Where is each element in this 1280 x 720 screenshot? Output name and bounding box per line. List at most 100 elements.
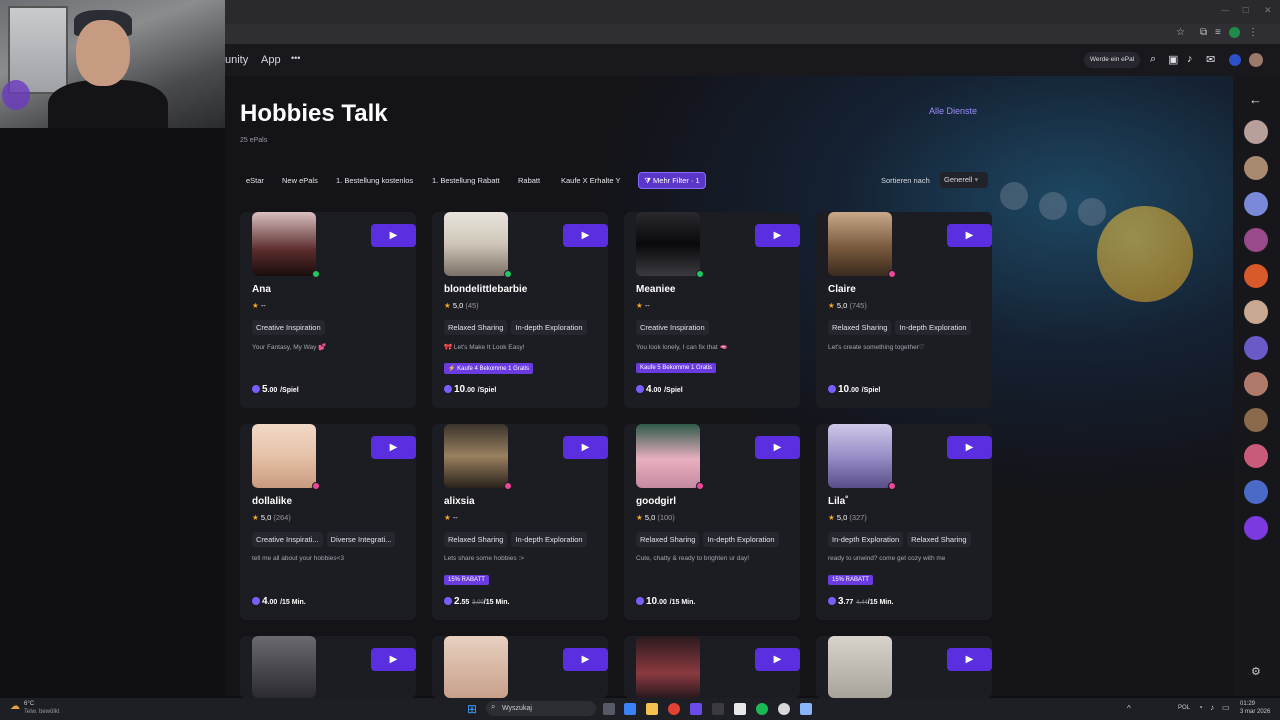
tray-chevron-icon[interactable]: ^ [1127, 704, 1131, 713]
nav-community-link[interactable]: unity [225, 54, 248, 66]
nav-app-link[interactable]: App [261, 54, 281, 66]
taskbar-search-input[interactable]: Wyszukaj [486, 701, 596, 716]
epal-card[interactable]: ▶ [816, 636, 992, 698]
sidebar-avatar[interactable] [1244, 516, 1268, 540]
epal-name[interactable]: dollalike [252, 496, 292, 507]
play-voice-button[interactable]: ▶ [563, 648, 608, 671]
discord-icon[interactable] [1229, 54, 1241, 66]
epal-photo[interactable] [636, 212, 700, 276]
epal-card[interactable]: ▶ Lila˚ ★ 5,0 (327) In-depth Exploration… [816, 424, 992, 620]
epal-card[interactable]: ▶ [624, 636, 800, 698]
sidebar-avatar[interactable] [1244, 192, 1268, 216]
epal-photo[interactable] [828, 636, 892, 698]
epal-card[interactable]: ▶ dollalike ★ 5,0 (264) Creative Inspira… [240, 424, 416, 620]
bookmark-star-icon[interactable]: ☆ [1176, 27, 1185, 38]
sidebar-avatar[interactable] [1244, 444, 1268, 468]
epal-photo[interactable] [444, 636, 508, 698]
file-explorer-icon[interactable] [646, 703, 658, 715]
bell-icon[interactable]: ♪ [1187, 53, 1193, 65]
spotify-icon[interactable] [756, 703, 768, 715]
window-maximize-icon[interactable]: ☐ [1242, 6, 1249, 15]
gift-icon[interactable]: ▣ [1168, 53, 1178, 66]
play-voice-button[interactable]: ▶ [947, 648, 992, 671]
play-voice-button[interactable]: ▶ [371, 436, 416, 459]
task-view-icon[interactable] [603, 703, 615, 715]
windows-start-icon[interactable]: ⊞ [467, 702, 477, 716]
epal-name[interactable]: Claire [828, 284, 856, 295]
filter-first-discount[interactable]: 1. Bestellung Rabatt [432, 173, 500, 188]
sidebar-avatar[interactable] [1244, 336, 1268, 360]
epal-name[interactable]: alixsia [444, 496, 475, 507]
profile-avatar[interactable] [1229, 27, 1240, 38]
media-icon[interactable]: ≡ [1215, 27, 1221, 38]
epal-photo[interactable] [444, 424, 508, 488]
filter-first-free[interactable]: 1. Bestellung kostenlos [336, 173, 413, 188]
sidebar-avatar[interactable] [1244, 408, 1268, 432]
more-filters-button[interactable]: ⧩ Mehr Filter · 1 [638, 172, 706, 189]
epal-photo[interactable] [252, 424, 316, 488]
play-voice-button[interactable]: ▶ [563, 436, 608, 459]
filter-discount[interactable]: Rabatt [518, 173, 540, 188]
sidebar-avatar[interactable] [1244, 264, 1268, 288]
epal-photo[interactable] [828, 212, 892, 276]
sidebar-avatar[interactable] [1244, 480, 1268, 504]
sidebar-avatar[interactable] [1244, 372, 1268, 396]
epal-card[interactable]: ▶ Claire ★ 5,0 (745) Relaxed Sharing In-d… [816, 212, 992, 408]
message-icon[interactable]: ✉ [1206, 53, 1215, 66]
all-services-link[interactable]: Alle Dienste [929, 106, 977, 116]
search-icon[interactable]: ⌕ [1150, 53, 1156, 66]
become-epal-button[interactable]: Werde ein ePal [1084, 52, 1140, 68]
app-icon[interactable] [734, 703, 746, 715]
settings-icon[interactable]: ⚙ [1251, 665, 1261, 678]
play-voice-button[interactable]: ▶ [563, 224, 608, 247]
epal-photo[interactable] [252, 636, 316, 698]
clock-date[interactable]: 3 mar 2026 [1240, 709, 1270, 715]
epal-card[interactable]: ▶ [432, 636, 608, 698]
obs-icon[interactable] [778, 703, 790, 715]
weather-temp[interactable]: 6°C [24, 701, 34, 707]
battery-icon[interactable]: ▭ [1222, 703, 1230, 712]
play-voice-button[interactable]: ▶ [371, 224, 416, 247]
play-voice-button[interactable]: ▶ [755, 224, 800, 247]
clock-time[interactable]: 01:29 [1240, 701, 1255, 707]
volume-icon[interactable]: ♪ [1210, 703, 1214, 712]
sort-select[interactable]: Generell ▾ [940, 172, 988, 188]
epal-card[interactable]: ▶ alixsia ★ -- Relaxed Sharing In-depth E… [432, 424, 608, 620]
sidebar-avatar[interactable] [1244, 156, 1268, 180]
epal-card[interactable]: ▶ Meaniee ★ -- Creative Inspiration You … [624, 212, 800, 408]
play-voice-button[interactable]: ▶ [947, 436, 992, 459]
play-voice-button[interactable]: ▶ [755, 648, 800, 671]
sidebar-avatar[interactable] [1244, 228, 1268, 252]
epal-name[interactable]: Meaniee [636, 284, 675, 295]
chrome-menu-icon[interactable]: ⋮ [1248, 27, 1258, 38]
filter-new-epals[interactable]: New ePals [282, 173, 318, 188]
play-voice-button[interactable]: ▶ [755, 436, 800, 459]
epal-card[interactable]: ▶ goodgirl ★ 5,0 (100) Relaxed Sharing In… [624, 424, 800, 620]
play-voice-button[interactable]: ▶ [947, 224, 992, 247]
nav-more-icon[interactable]: ••• [291, 53, 300, 63]
epal-name[interactable]: Lila˚ [828, 496, 849, 507]
epal-name[interactable]: blondelittlebarbie [444, 284, 527, 295]
language-indicator[interactable]: POL [1178, 705, 1190, 711]
wifi-icon[interactable]: ◔ [1198, 703, 1203, 712]
sidebar-avatar[interactable] [1244, 300, 1268, 324]
app-icon[interactable] [690, 703, 702, 715]
epal-photo[interactable] [444, 212, 508, 276]
epal-card[interactable]: ▶ Ana ★ -- Creative Inspiration Your Fan… [240, 212, 416, 408]
play-voice-button[interactable]: ▶ [371, 648, 416, 671]
epal-card[interactable]: ▶ [240, 636, 416, 698]
window-close-icon[interactable]: ✕ [1264, 5, 1272, 16]
filter-buy-x-get-y[interactable]: Kaufe X Erhalte Y [561, 173, 620, 188]
epal-photo[interactable] [636, 424, 700, 488]
terminal-icon[interactable] [712, 703, 724, 715]
epal-card[interactable]: ▶ blondelittlebarbie ★ 5,0 (45) Relaxed … [432, 212, 608, 408]
epal-photo[interactable] [252, 212, 316, 276]
sidebar-avatar[interactable] [1244, 120, 1268, 144]
window-minimize-icon[interactable]: — [1221, 6, 1229, 15]
edge-icon[interactable] [624, 703, 636, 715]
epal-photo[interactable] [636, 636, 700, 698]
epal-photo[interactable] [828, 424, 892, 488]
epal-name[interactable]: Ana [252, 284, 271, 295]
filter-estar[interactable]: eStar [246, 173, 264, 188]
user-avatar[interactable] [1249, 53, 1263, 67]
